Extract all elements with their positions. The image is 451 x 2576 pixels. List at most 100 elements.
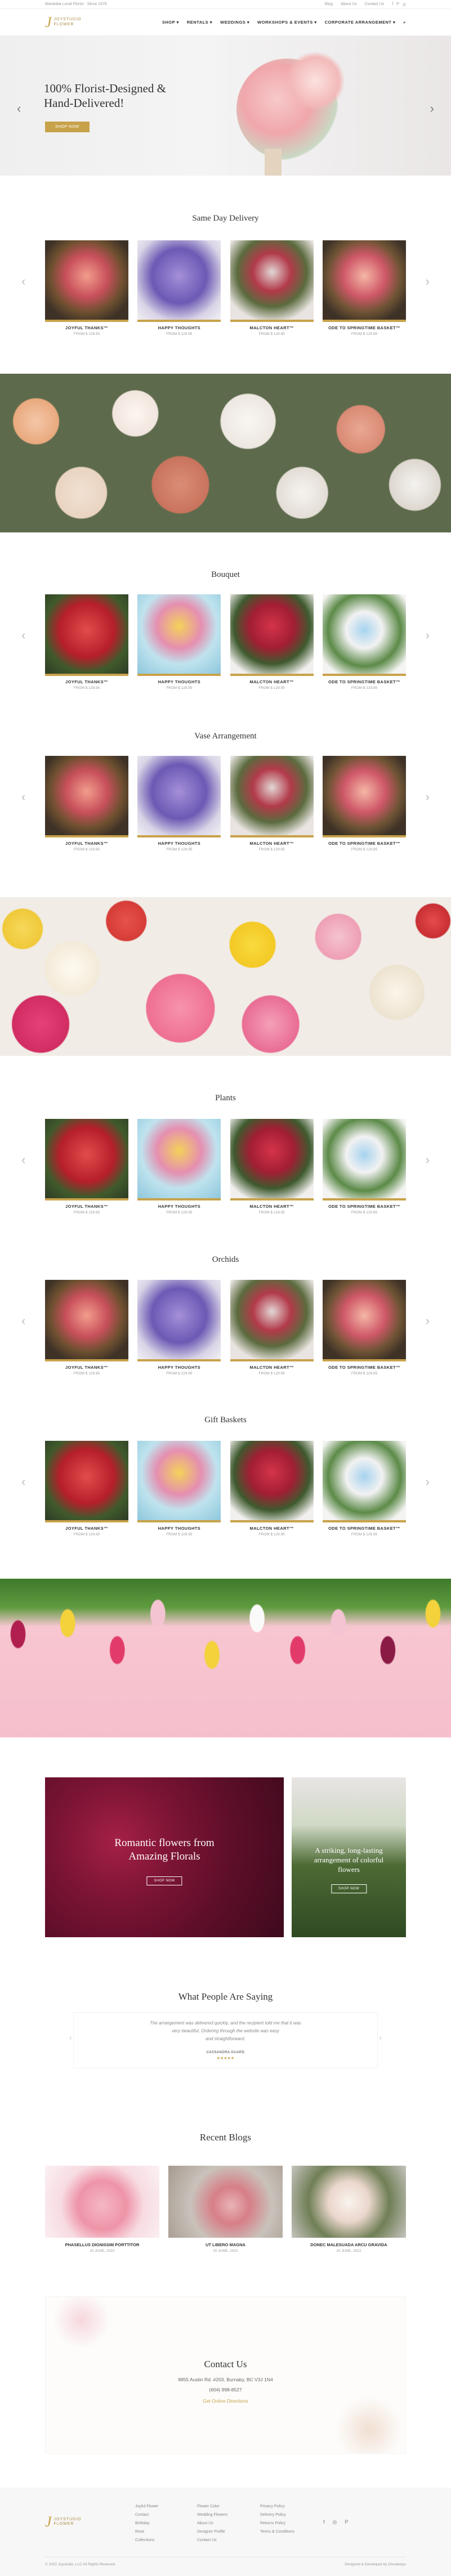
product-card[interactable]: ODE TO SPRINGTIME BASKET™ FROM $ 129.95 — [322, 756, 406, 852]
product-card[interactable]: MALCTON HEART™ FROM $ 129.95 — [230, 240, 314, 336]
product-image[interactable] — [45, 240, 128, 320]
product-image[interactable] — [137, 756, 221, 835]
next-arrow-icon[interactable]: › — [426, 1475, 430, 1489]
product-name[interactable]: MALCTON HEART™ — [230, 679, 314, 684]
footer-link[interactable]: Returns Policy — [260, 2519, 294, 2528]
product-name[interactable]: HAPPY THOUGHTS — [137, 1365, 221, 1370]
product-card[interactable]: HAPPY THOUGHTS FROM $ 129.95 — [137, 1441, 221, 1536]
product-image[interactable] — [230, 240, 314, 320]
product-name[interactable]: ODE TO SPRINGTIME BASKET™ — [323, 679, 406, 684]
product-card[interactable]: MALCTON HEART™ FROM $ 129.95 — [230, 1119, 314, 1215]
menu-rentals[interactable]: RENTALS ▾ — [187, 20, 212, 25]
product-name[interactable]: ODE TO SPRINGTIME BASKET™ — [323, 1365, 406, 1370]
product-card[interactable]: ODE TO SPRINGTIME BASKET™ FROM $ 129.95 — [322, 240, 406, 336]
product-card[interactable]: HAPPY THOUGHTS FROM $ 129.95 — [137, 594, 221, 690]
product-card[interactable]: MALCTON HEART™ FROM $ 129.95 — [230, 756, 314, 852]
footer-link[interactable]: Flower Color — [197, 2502, 227, 2511]
menu-corporate[interactable]: CORPORATE ARRANGEMENT ▾ — [325, 20, 396, 25]
promo-romantic-shop-button[interactable]: SHOP NOW — [146, 1876, 182, 1885]
product-image[interactable] — [45, 1119, 128, 1198]
product-image[interactable] — [137, 1441, 221, 1520]
top-link-contact[interactable]: Contact Us — [365, 2, 385, 6]
product-card[interactable]: HAPPY THOUGHTS FROM $ 129.95 — [137, 756, 221, 852]
blog-card[interactable]: PHASELLUS DIGNISSIM PORTTITOR 20 JUNE, 2… — [45, 2166, 159, 2253]
product-card[interactable]: JOYFUL THANKS™ FROM $ 129.95 — [45, 1280, 128, 1376]
product-image[interactable] — [45, 1280, 128, 1359]
product-image[interactable] — [230, 594, 314, 674]
product-name[interactable]: JOYFUL THANKS™ — [45, 841, 128, 846]
product-name[interactable]: HAPPY THOUGHTS — [137, 1204, 221, 1209]
product-card[interactable]: HAPPY THOUGHTS FROM $ 129.95 — [137, 1119, 221, 1215]
product-image[interactable] — [322, 756, 406, 835]
hero-next-arrow-icon[interactable]: › — [430, 101, 434, 116]
product-name[interactable]: JOYFUL THANKS™ — [45, 679, 128, 684]
product-card[interactable]: ODE TO SPRINGTIME BASKET™ FROM $ 129.95 — [322, 1119, 406, 1215]
next-arrow-icon[interactable]: › — [426, 1153, 430, 1167]
footer-link[interactable]: Terms & Conditions — [260, 2528, 294, 2536]
top-link-about[interactable]: About Us — [341, 2, 357, 6]
facebook-icon[interactable]: f — [392, 2, 393, 7]
footer-link[interactable]: Privacy Policy — [260, 2502, 294, 2511]
footer-logo[interactable]: J JOYSTUDIO FLOWER — [45, 2515, 82, 2529]
product-card[interactable]: ODE TO SPRINGTIME BASKET™ FROM $ 129.95 — [322, 594, 406, 690]
footer-link[interactable]: Birthday — [135, 2519, 158, 2528]
next-arrow-icon[interactable]: › — [426, 1314, 430, 1328]
product-name[interactable]: ODE TO SPRINGTIME BASKET™ — [323, 1204, 406, 1209]
product-card[interactable]: JOYFUL THANKS™ FROM $ 129.95 — [45, 1441, 128, 1536]
product-image[interactable] — [230, 1280, 314, 1359]
blog-image[interactable] — [168, 2166, 283, 2238]
blog-image[interactable] — [45, 2166, 159, 2238]
contact-phone[interactable]: (604) 998-8527 — [46, 2387, 405, 2393]
product-image[interactable] — [137, 594, 221, 674]
product-image[interactable] — [45, 594, 128, 674]
search-icon[interactable]: ⌕ — [403, 20, 406, 25]
testimonial-next-icon[interactable]: › — [379, 2033, 382, 2042]
contact-directions-link[interactable]: Get Online Directions — [46, 2398, 405, 2404]
product-name[interactable]: HAPPY THOUGHTS — [137, 679, 221, 684]
footer-link[interactable]: Delivery Policy — [260, 2511, 294, 2519]
product-image[interactable] — [322, 240, 406, 320]
product-image[interactable] — [137, 1280, 221, 1359]
menu-weddings[interactable]: WEDDINGS ▾ — [220, 20, 249, 25]
product-name[interactable]: MALCTON HEART™ — [230, 1365, 314, 1370]
product-name[interactable]: ODE TO SPRINGTIME BASKET™ — [323, 325, 406, 330]
product-name[interactable]: JOYFUL THANKS™ — [45, 1204, 128, 1209]
product-image[interactable] — [45, 756, 128, 835]
product-image[interactable] — [230, 756, 314, 835]
blog-title[interactable]: DONEC MALESUADA ARCU GRAVIDA — [292, 2242, 406, 2247]
pinterest-icon[interactable]: P — [345, 2519, 348, 2525]
menu-workshops[interactable]: WORKSHOPS & EVENTS ▾ — [257, 20, 316, 25]
product-card[interactable]: HAPPY THOUGHTS FROM $ 129.95 — [137, 240, 221, 336]
product-name[interactable]: ODE TO SPRINGTIME BASKET™ — [323, 841, 406, 846]
product-card[interactable]: ODE TO SPRINGTIME BASKET™ FROM $ 129.95 — [322, 1441, 406, 1536]
product-card[interactable]: ODE TO SPRINGTIME BASKET™ FROM $ 129.95 — [322, 1280, 406, 1376]
next-arrow-icon[interactable]: › — [426, 628, 430, 643]
product-card[interactable]: JOYFUL THANKS™ FROM $ 129.95 — [45, 1119, 128, 1215]
product-name[interactable]: HAPPY THOUGHTS — [137, 325, 221, 330]
product-name[interactable]: MALCTON HEART™ — [230, 1526, 314, 1531]
top-link-blog[interactable]: Blog — [325, 2, 333, 6]
blog-card[interactable]: DONEC MALESUADA ARCU GRAVIDA 20 JUNE, 20… — [292, 2166, 406, 2253]
product-image[interactable] — [137, 240, 221, 320]
product-card[interactable]: MALCTON HEART™ FROM $ 129.95 — [230, 594, 314, 690]
product-name[interactable]: JOYFUL THANKS™ — [45, 1365, 128, 1370]
promo-card-romantic[interactable]: Romantic flowers from Amazing Florals SH… — [45, 1777, 284, 1937]
prev-arrow-icon[interactable]: ‹ — [21, 1314, 25, 1328]
promo-card-arrangement[interactable]: A striking, long-lasting arrangement of … — [292, 1777, 406, 1937]
product-image[interactable] — [45, 1441, 128, 1520]
footer-link[interactable]: Contact — [135, 2511, 158, 2519]
product-image[interactable] — [137, 1119, 221, 1198]
promo-arrangement-shop-button[interactable]: SHOP NOW — [331, 1884, 367, 1893]
prev-arrow-icon[interactable]: ‹ — [21, 628, 25, 643]
footer-link[interactable]: Joyful Flower — [135, 2502, 158, 2511]
product-image[interactable] — [230, 1119, 314, 1198]
footer-link[interactable]: Contact Us — [197, 2536, 227, 2544]
prev-arrow-icon[interactable]: ‹ — [21, 274, 25, 289]
footer-link[interactable]: About Us — [197, 2519, 227, 2528]
footer-link[interactable]: Designer Profile — [197, 2528, 227, 2536]
prev-arrow-icon[interactable]: ‹ — [21, 1475, 25, 1489]
footer-link[interactable]: Rose — [135, 2528, 158, 2536]
product-image[interactable] — [322, 1441, 406, 1520]
product-name[interactable]: JOYFUL THANKS™ — [45, 325, 128, 330]
product-card[interactable]: MALCTON HEART™ FROM $ 129.95 — [230, 1280, 314, 1376]
